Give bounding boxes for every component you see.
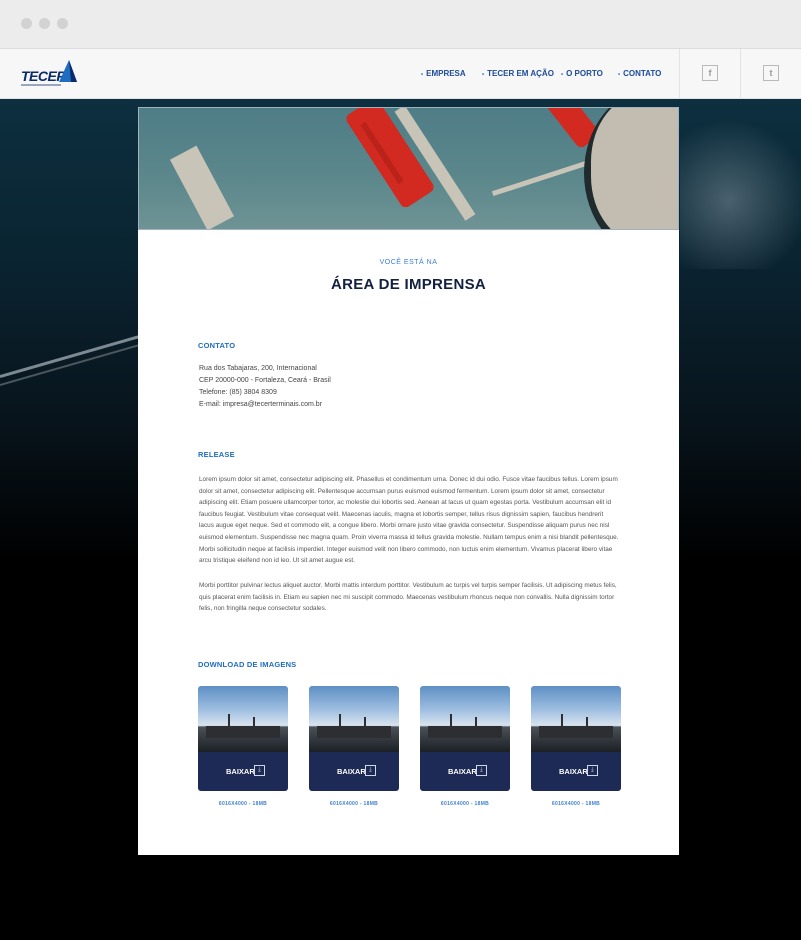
- download-icon: ⤓: [587, 765, 598, 776]
- contact-phone: Telefone: (85) 3804 8309: [199, 389, 277, 396]
- ship-thumbnail: [420, 686, 510, 752]
- download-button[interactable]: BAIXAR ⤓: [309, 752, 399, 791]
- nav-item-empresa[interactable]: • EMPRESA: [421, 69, 466, 78]
- breadcrumb-eyebrow: VOCÊ ESTÁ NA: [379, 259, 438, 266]
- facebook-icon[interactable]: f: [702, 65, 718, 81]
- press-card: VOCÊ ESTÁ NA ÁREA DE IMPRENSA CONTATO Ru…: [138, 230, 679, 855]
- nav-bullet-icon: •: [482, 72, 485, 78]
- download-button[interactable]: BAIXAR ⤓: [198, 752, 288, 791]
- logo-sail-icon: [59, 60, 77, 82]
- download-button-label: BAIXAR: [448, 767, 477, 776]
- window-minimize-dot[interactable]: [39, 18, 50, 29]
- download-card: BAIXAR ⤓: [420, 686, 510, 791]
- contact-address: Rua dos Tabajaras, 200, Internacional: [199, 365, 317, 372]
- browser-chrome: [0, 0, 801, 49]
- pier-left: [169, 145, 235, 229]
- twitter-icon[interactable]: t: [763, 65, 779, 81]
- download-button[interactable]: BAIXAR ⤓: [531, 752, 621, 791]
- download-card: BAIXAR ⤓: [531, 686, 621, 791]
- download-icon: ⤓: [365, 765, 376, 776]
- download-icon: ⤓: [476, 765, 487, 776]
- ship-thumbnail: [309, 686, 399, 752]
- download-button-label: BAIXAR: [226, 767, 255, 776]
- nav-bullet-icon: •: [618, 72, 621, 78]
- ship-silhouette: [539, 726, 613, 738]
- nav-item-o-porto[interactable]: • O PORTO: [561, 69, 603, 78]
- download-card: BAIXAR ⤓: [198, 686, 288, 791]
- nav-item-tecer-em-acao[interactable]: • TECER EM AÇÃO: [482, 69, 554, 78]
- download-icon: ⤓: [254, 765, 265, 776]
- nav-label: O PORTO: [566, 69, 603, 78]
- nav-bullet-icon: •: [421, 72, 424, 78]
- nav-label: EMPRESA: [426, 69, 466, 78]
- site-header: TECER • EMPRESA • TECER EM AÇÃO • O PORTO •…: [0, 49, 801, 99]
- logo-tagline: [21, 84, 61, 86]
- release-paragraph: Lorem ipsum dolor sit amet, consectetur …: [199, 476, 619, 565]
- release-paragraph: Morbi porttitor pulvinar lectus aliquet …: [199, 582, 617, 613]
- nav-bullet-icon: •: [561, 72, 564, 78]
- ship-silhouette: [428, 726, 502, 738]
- nav-label: CONTATO: [623, 69, 662, 78]
- header-divider: [740, 49, 741, 99]
- ship-thumbnail: [531, 686, 621, 752]
- image-size-label: 6016X4000 - 18MB: [551, 801, 601, 807]
- tecer-logo[interactable]: TECER: [21, 57, 77, 91]
- download-button[interactable]: BAIXAR ⤓: [420, 752, 510, 791]
- window-maximize-dot[interactable]: [57, 18, 68, 29]
- image-size-label: 6016X4000 - 18MB: [329, 801, 379, 807]
- ship-thumbnail: [198, 686, 288, 752]
- image-size-label: 6016X4000 - 18MB: [440, 801, 490, 807]
- terminal-yard: [591, 108, 678, 229]
- page-title: ÁREA DE IMPRENSA: [330, 276, 487, 293]
- nav-label: TECER EM AÇÃO: [487, 69, 554, 78]
- window-close-dot[interactable]: [21, 18, 32, 29]
- download-button-label: BAIXAR: [337, 767, 366, 776]
- header-divider: [679, 49, 680, 99]
- hero-port-image: [138, 107, 679, 230]
- download-button-label: BAIXAR: [559, 767, 588, 776]
- ship-silhouette: [206, 726, 280, 738]
- contact-title: CONTATO: [198, 341, 236, 350]
- red-ship: [344, 108, 436, 210]
- download-card: BAIXAR ⤓: [309, 686, 399, 791]
- background-surf: [680, 99, 801, 269]
- contact-email[interactable]: E-mail: impresa@tecerterminais.com.br: [199, 401, 322, 408]
- ship-silhouette: [317, 726, 391, 738]
- contact-cep: CEP 20000-000 - Fortaleza, Ceará - Brasi…: [199, 377, 331, 384]
- image-size-label: 6016X4000 - 18MB: [218, 801, 268, 807]
- downloads-title: DOWNLOAD DE IMAGENS: [198, 660, 297, 669]
- release-title: RELEASE: [198, 450, 235, 459]
- nav-item-contato[interactable]: • CONTATO: [618, 69, 661, 78]
